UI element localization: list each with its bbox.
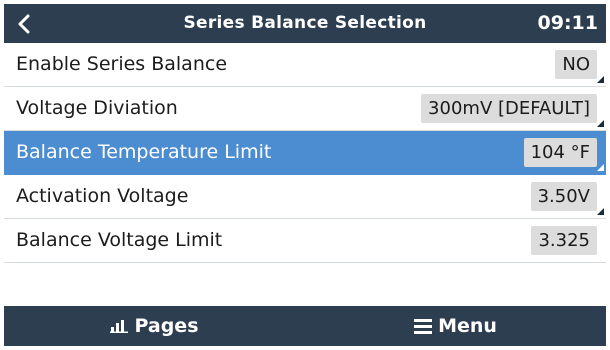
setting-value: 104 °F bbox=[523, 138, 597, 167]
setting-value: NO bbox=[555, 50, 597, 79]
hamburger-menu-icon bbox=[414, 318, 433, 334]
screen: Series Balance Selection 09:11 Enable Se… bbox=[4, 4, 606, 346]
setting-label: Activation Voltage bbox=[16, 185, 189, 207]
editable-corner-icon bbox=[597, 120, 604, 127]
setting-balance-voltage-limit[interactable]: Balance Voltage Limit 3.325 bbox=[4, 219, 606, 263]
pages-label: Pages bbox=[134, 315, 199, 337]
setting-value: 3.50V bbox=[530, 182, 597, 211]
setting-balance-temperature-limit[interactable]: Balance Temperature Limit 104 °F bbox=[4, 131, 606, 175]
setting-value: 3.325 bbox=[531, 226, 597, 255]
setting-activation-voltage[interactable]: Activation Voltage 3.50V bbox=[4, 175, 606, 219]
page-title: Series Balance Selection bbox=[183, 13, 427, 33]
editable-corner-icon bbox=[597, 164, 604, 171]
menu-button[interactable]: Menu bbox=[305, 306, 606, 346]
setting-value: 300mV [DEFAULT] bbox=[421, 94, 597, 123]
setting-label: Enable Series Balance bbox=[16, 53, 228, 75]
header-bar: Series Balance Selection 09:11 bbox=[4, 4, 606, 43]
setting-label: Balance Voltage Limit bbox=[16, 229, 223, 251]
pages-button[interactable]: Pages bbox=[4, 306, 305, 346]
editable-corner-icon bbox=[597, 208, 604, 215]
setting-enable-series-balance[interactable]: Enable Series Balance NO bbox=[4, 43, 606, 87]
settings-list: Enable Series Balance NO Voltage Diviati… bbox=[4, 43, 606, 263]
setting-voltage-diviation[interactable]: Voltage Diviation 300mV [DEFAULT] bbox=[4, 87, 606, 131]
menu-label: Menu bbox=[438, 315, 497, 337]
clock: 09:11 bbox=[537, 12, 598, 34]
bar-chart-icon bbox=[110, 320, 129, 333]
editable-corner-icon bbox=[597, 76, 604, 83]
setting-label: Balance Temperature Limit bbox=[16, 141, 272, 163]
footer-bar: Pages Menu bbox=[4, 306, 606, 346]
setting-label: Voltage Diviation bbox=[16, 97, 178, 119]
